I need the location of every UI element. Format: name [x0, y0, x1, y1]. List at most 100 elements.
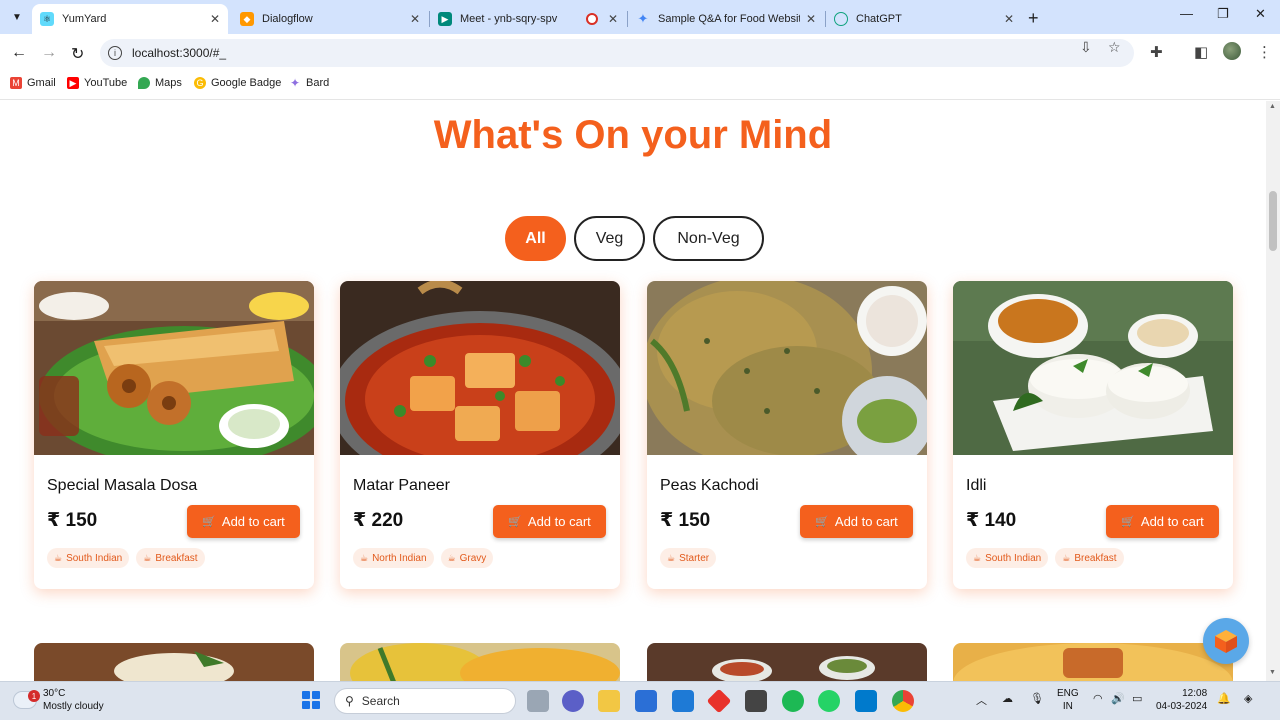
forward-button[interactable]: → [41, 44, 57, 62]
file-explorer-icon[interactable] [598, 690, 620, 712]
bookmark-youtube[interactable]: ▶ YouTube [67, 77, 127, 89]
start-button[interactable] [302, 691, 320, 709]
bookmark-label: Bard [306, 77, 330, 89]
food-image-partial [647, 643, 927, 681]
address-bar[interactable]: i localhost:3000/#_ [100, 39, 1134, 67]
microsoft-store-icon[interactable] [635, 690, 657, 712]
weather-temp: 30°C [43, 688, 66, 699]
tag-label: North Indian [372, 552, 427, 564]
media-app-icon[interactable] [745, 690, 767, 712]
tag-label: South Indian [985, 552, 1042, 564]
filter-veg-button[interactable]: Veg [574, 216, 645, 261]
browser-tab-bar: ▼ ⚛ YumYard ✕ ◆ Dialogflow ✕ ▶ Meet - yn… [0, 0, 1280, 34]
add-to-cart-label: Add to cart [221, 514, 285, 529]
vscode-icon[interactable] [855, 690, 877, 712]
tab-dialogflow[interactable]: ◆ Dialogflow ✕ [232, 4, 428, 34]
taskbar-search[interactable]: ⚲ Search [334, 688, 516, 714]
bookmark-gmail[interactable]: M Gmail [10, 77, 56, 89]
page-scrollbar[interactable]: ▲ ▼ [1266, 101, 1280, 681]
bookmark-label: YouTube [84, 77, 128, 89]
food-name: Idli [966, 477, 987, 494]
scroll-up-arrow-icon[interactable]: ▲ [1269, 103, 1276, 110]
site-info-icon[interactable]: i [108, 46, 122, 60]
chatgpt-icon [834, 12, 848, 26]
bookmark-maps[interactable]: Maps [138, 77, 182, 89]
tab-title: ChatGPT [856, 13, 902, 25]
add-to-cart-button[interactable]: 🛒 Add to cart [493, 505, 606, 538]
filter-all-button[interactable]: All [505, 216, 566, 261]
onedrive-cloud-icon[interactable]: ☁ [1002, 692, 1013, 705]
food-name: Special Masala Dosa [47, 477, 198, 494]
mail-icon[interactable] [672, 690, 694, 712]
tag: ☕ Breakfast [1055, 548, 1124, 568]
add-to-cart-button[interactable]: 🛒 Add to cart [1106, 505, 1219, 538]
add-to-cart-label: Add to cart [527, 514, 591, 529]
close-icon[interactable]: ✕ [210, 12, 220, 26]
tab-bard-sample[interactable]: ✦ Sample Q&A for Food Website ✕ [628, 4, 824, 34]
add-to-cart-button[interactable]: 🛒 Add to cart [187, 505, 300, 538]
notification-badge: 1 [28, 690, 40, 702]
battery-icon[interactable]: ▭ [1132, 692, 1142, 705]
meet-icon: ▶ [438, 12, 452, 26]
tab-chatgpt[interactable]: ChatGPT ✕ [826, 4, 1022, 34]
tab-title: YumYard [62, 13, 107, 25]
whatsapp-icon[interactable] [818, 690, 840, 712]
more-menu-icon[interactable]: ⋮ [1257, 43, 1272, 61]
task-view-icon[interactable] [527, 690, 549, 712]
scroll-down-arrow-icon[interactable]: ▼ [1269, 669, 1276, 676]
install-app-icon[interactable]: ⇩ [1080, 39, 1092, 56]
bowl-icon: ☕ [973, 552, 982, 563]
page-viewport: What's On your Mind All Veg Non-Veg Spec… [0, 101, 1266, 681]
google-icon: G [194, 77, 206, 89]
new-tab-button[interactable]: + [1028, 8, 1039, 29]
spotify-icon[interactable] [782, 690, 804, 712]
bowl-icon: ☕ [667, 552, 676, 563]
add-to-cart-button[interactable]: 🛒 Add to cart [800, 505, 913, 538]
react-icon: ⚛ [40, 12, 54, 26]
tab-yumyard[interactable]: ⚛ YumYard ✕ [32, 4, 228, 34]
bookmark-google-badge[interactable]: G Google Badge [194, 77, 281, 89]
close-icon[interactable]: ✕ [608, 12, 618, 26]
filter-nonveg-button[interactable]: Non-Veg [653, 216, 764, 261]
volume-icon[interactable]: 🔊 [1111, 692, 1125, 705]
profile-avatar[interactable] [1223, 42, 1241, 60]
copilot-icon[interactable]: ◈ [1244, 692, 1252, 705]
extensions-icon[interactable]: ✚ [1150, 43, 1163, 61]
microphone-icon[interactable]: 🎙 [1030, 692, 1044, 705]
tag-label: South Indian [66, 552, 123, 564]
reload-button[interactable]: ↻ [71, 44, 84, 64]
show-hidden-icons-chevron-icon[interactable]: ︿ [976, 692, 987, 708]
weather-widget[interactable]: 1 30°C Mostly cloudy [14, 687, 104, 713]
scrollbar-thumb[interactable] [1269, 191, 1277, 251]
clock[interactable]: 12:08 04-03-2024 [1156, 687, 1207, 713]
window-close-button[interactable]: ✕ [1255, 6, 1266, 22]
teams-chat-icon[interactable] [562, 690, 584, 712]
close-icon[interactable]: ✕ [410, 12, 420, 26]
close-icon[interactable]: ✕ [806, 12, 816, 26]
bowl-icon: ☕ [54, 552, 63, 563]
chrome-icon[interactable] [892, 690, 914, 712]
food-image-partial [340, 643, 620, 681]
region-code: IN [1062, 701, 1073, 712]
cart-icon: 🛒 [508, 516, 522, 528]
recording-icon [585, 13, 598, 25]
windows-logo-tile [312, 701, 320, 709]
minimize-button[interactable]: — [1180, 6, 1193, 21]
app-diamond-icon[interactable] [706, 688, 732, 714]
bard-sparkle-icon: ✦ [289, 76, 301, 90]
wifi-icon[interactable]: ◠ [1093, 692, 1103, 705]
chatbot-launcher-button[interactable] [1203, 618, 1249, 664]
filter-group: All Veg Non-Veg [505, 216, 764, 261]
bookmark-star-icon[interactable]: ☆ [1108, 39, 1121, 56]
bookmark-bard[interactable]: ✦ Bard [289, 76, 330, 90]
close-icon[interactable]: ✕ [1004, 12, 1014, 26]
bookmark-label: Google Badge [211, 77, 282, 89]
notification-bell-icon[interactable]: 🔔 [1217, 692, 1231, 705]
language-indicator[interactable]: ENG IN [1057, 687, 1079, 713]
back-button[interactable]: ← [11, 44, 27, 62]
food-image-matar-paneer [340, 281, 620, 491]
tab-meet[interactable]: ▶ Meet - ynb-sqry-spv ✕ [430, 4, 626, 34]
tab-search-button[interactable]: ▼ [6, 6, 28, 28]
side-panel-icon[interactable]: ◧ [1194, 43, 1208, 61]
restore-button[interactable]: ❐ [1217, 6, 1229, 22]
